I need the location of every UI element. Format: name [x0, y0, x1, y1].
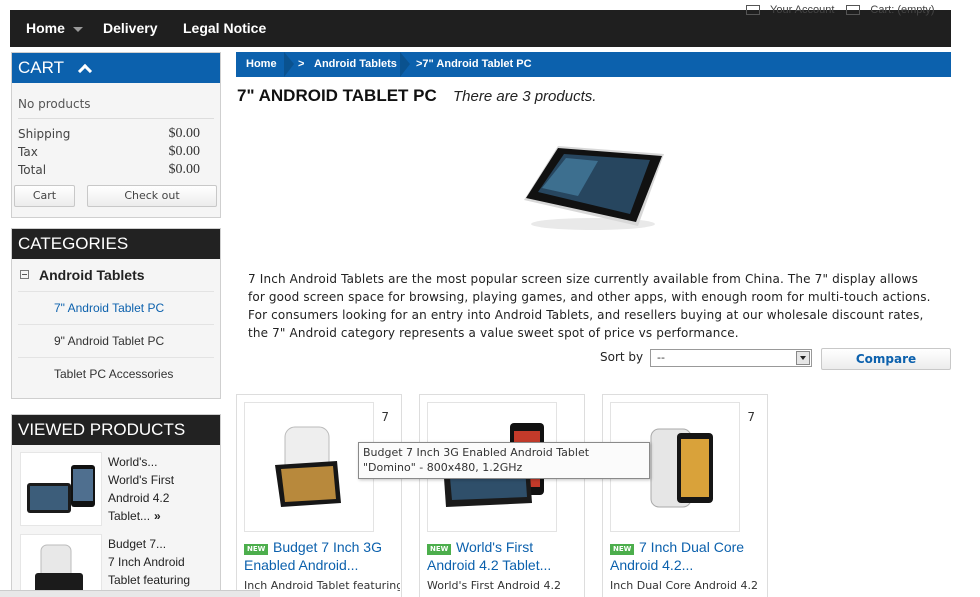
breadcrumb-current: >7" Android Tablet PC: [416, 58, 532, 70]
cart-row-label: Total: [18, 163, 47, 177]
viewed-item[interactable]: World's... World's First Android 4.2 Tab…: [12, 445, 220, 527]
category-description: 7 Inch Android Tablets are the most popu…: [248, 272, 931, 340]
nav-legal-notice[interactable]: Legal Notice: [183, 10, 266, 47]
viewed-item-desc: World's First Android 4.2 Tablet...: [108, 473, 175, 523]
cart-empty-text: No products: [18, 89, 214, 119]
cart-row-value: $0.00: [168, 144, 201, 159]
horizontal-scrollbar[interactable]: [0, 590, 260, 597]
viewed-item-text: World's... World's First Android 4.2 Tab…: [108, 453, 218, 525]
nav-delivery[interactable]: Delivery: [103, 10, 157, 47]
nav-home-label: Home: [26, 20, 65, 36]
new-badge: NEW: [427, 544, 452, 555]
category-parent-label: Android Tablets: [39, 267, 145, 283]
categories-header: CATEGORIES: [12, 229, 220, 259]
cart-row-label: Tax: [18, 145, 38, 159]
viewed-product-image[interactable]: [20, 534, 102, 597]
checkout-button[interactable]: Check out: [87, 185, 217, 207]
categories-block: CATEGORIES Android Tablets 7" Android Ta…: [11, 228, 221, 399]
category-list: Android Tablets 7" Android Tablet PC 9" …: [12, 259, 220, 391]
chevron-down-icon[interactable]: [72, 26, 83, 32]
product-corner-text: 7: [747, 410, 755, 424]
tablet-image: [275, 426, 341, 507]
product-subtitle: Inch Dual Core Android 4.2: [610, 579, 758, 592]
cart-title: CART: [18, 58, 64, 77]
product-count: There are 3 products.: [453, 88, 597, 105]
viewed-item-title[interactable]: Budget 7...: [108, 535, 218, 553]
cart-header[interactable]: CART: [12, 53, 220, 83]
viewed-item-desc: 7 Inch Android Tablet featuring: [108, 555, 191, 587]
tablet-image: [27, 465, 95, 513]
breadcrumb-arrow-icon: [400, 52, 410, 77]
category-9-inch[interactable]: 9" Android Tablet PC: [18, 325, 214, 358]
category-accessories[interactable]: Tablet PC Accessories: [18, 358, 214, 391]
account-icon: [746, 5, 760, 16]
sort-label: Sort by: [600, 350, 644, 364]
viewed-item-title[interactable]: World's...: [108, 453, 218, 471]
product-image[interactable]: [244, 402, 374, 532]
category-android-tablets[interactable]: Android Tablets: [18, 259, 214, 292]
new-badge: NEW: [244, 544, 269, 555]
breadcrumb-sep: >: [298, 58, 305, 70]
cart-button[interactable]: Cart: [14, 185, 75, 207]
sort-select[interactable]: --: [650, 349, 812, 367]
cart-body: No products Shipping $0.00 Tax $0.00 Total…: [12, 83, 220, 179]
more-arrow-icon[interactable]: »: [154, 509, 161, 523]
product-corner-text: 7: [381, 410, 389, 424]
product-subtitle: Inch Android Tablet featuring: [244, 579, 400, 592]
cart-row-label: Shipping: [18, 127, 71, 141]
new-badge: NEW: [610, 544, 635, 555]
product-card[interactable]: World's First Android 4.2 Tablet... NEW …: [419, 394, 585, 597]
viewed-product-image[interactable]: [20, 452, 102, 526]
category-title: 7" ANDROID TABLET PC: [237, 86, 437, 105]
account-strip: Your Account Cart: (empty): [746, 4, 935, 18]
nav-delivery-label: Delivery: [103, 20, 158, 36]
cart-row-value: $0.00: [168, 162, 201, 177]
nav-home[interactable]: Home: [26, 10, 83, 47]
product-tooltip: Budget 7 Inch 3G Enabled Android Tablet …: [358, 442, 650, 479]
breadcrumb-home[interactable]: Home: [246, 52, 277, 77]
top-nav: Your Account Cart: (empty) Home Delivery …: [10, 4, 951, 47]
cart-block: CART No products Shipping $0.00 Tax $0.00 …: [11, 52, 221, 218]
category-image: [518, 118, 668, 236]
page: Your Account Cart: (empty) Home Delivery …: [0, 0, 980, 597]
tablet-image: [35, 544, 83, 597]
viewed-item-text: Budget 7... 7 Inch Android Tablet featur…: [108, 535, 218, 589]
category-7-inch[interactable]: 7" Android Tablet PC: [18, 292, 214, 325]
breadcrumb-android-tablets[interactable]: Android Tablets: [314, 52, 397, 77]
cart-row-shipping: Shipping $0.00: [18, 125, 214, 143]
compare-button[interactable]: Compare: [821, 348, 951, 370]
chevron-up-icon[interactable]: [77, 63, 93, 78]
tablet-hero-image: [524, 146, 664, 230]
collapse-icon[interactable]: [20, 269, 29, 279]
cart-row-tax: Tax $0.00: [18, 143, 214, 161]
product-card[interactable]: 7 Budget 7 Inch 3G Enabled Android... NE…: [236, 394, 402, 597]
nav-legal-label: Legal Notice: [183, 20, 267, 36]
dropdown-arrow-icon[interactable]: [796, 351, 810, 365]
viewed-products-block: VIEWED PRODUCTS World's... World's First…: [11, 414, 221, 597]
breadcrumb: Home > Android Tablets >7" Android Table…: [236, 52, 951, 77]
viewed-products-header: VIEWED PRODUCTS: [12, 415, 220, 445]
product-subtitle: World's First Android 4.2: [427, 579, 561, 592]
cart-row-total: Total $0.00: [18, 161, 214, 179]
viewed-item[interactable]: Budget 7... 7 Inch Android Tablet featur…: [12, 527, 220, 597]
breadcrumb-arrow-icon: [284, 52, 294, 77]
cart-link[interactable]: Cart: (empty): [870, 4, 934, 16]
sort-selected-value: --: [657, 351, 665, 364]
product-card[interactable]: 7 7 Inch Dual Core Android 4.2... NEW In…: [602, 394, 768, 597]
cart-icon: [846, 5, 861, 16]
account-link[interactable]: Your Account: [770, 4, 834, 16]
cart-row-value: $0.00: [168, 126, 201, 141]
